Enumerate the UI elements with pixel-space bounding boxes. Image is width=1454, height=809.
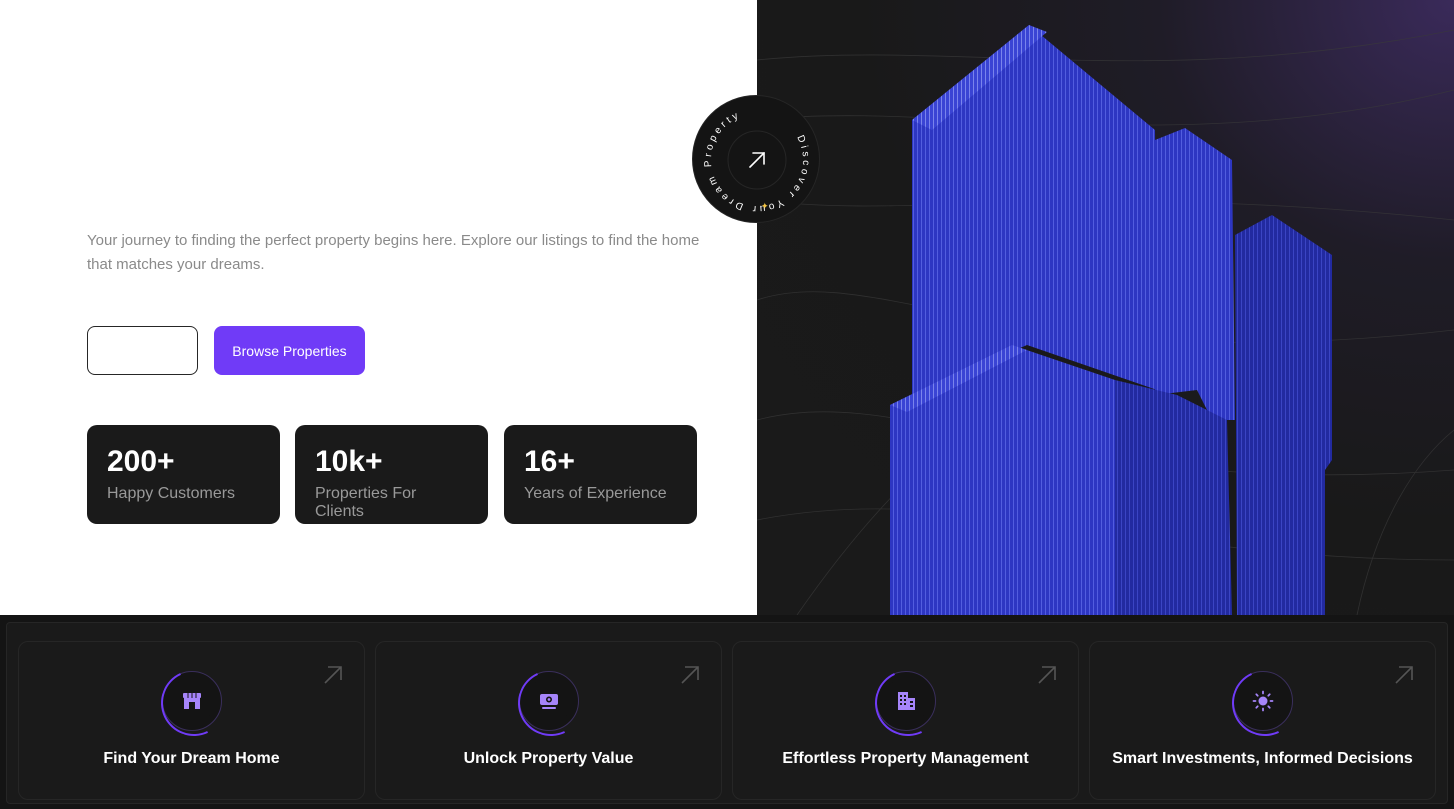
hero-left-panel: Your journey to finding the perfect prop… [0, 0, 757, 615]
cash-icon [540, 694, 558, 709]
feature-card-property-management[interactable]: Effortless Property Management [732, 641, 1079, 800]
building-illustration [890, 25, 1332, 615]
discover-badge[interactable]: Discover Your Dream Property ✦ [692, 95, 820, 223]
browse-properties-button[interactable]: Browse Properties [214, 326, 365, 375]
stat-card-properties: 10k+ Properties For Clients [295, 425, 488, 524]
features-section: Find Your Dream Home Unlock Property Val… [0, 615, 1454, 809]
hero-intro-text: Your journey to finding the perfect prop… [87, 232, 700, 273]
storefront-icon [183, 693, 201, 709]
feature-icon-ring [519, 671, 579, 731]
arrow-up-right-icon [681, 666, 699, 684]
stat-card-experience: 16+ Years of Experience [504, 425, 697, 524]
buildings-icon [898, 692, 915, 710]
sparkle-icon: ✦ [761, 201, 769, 211]
features-strip: Find Your Dream Home Unlock Property Val… [6, 622, 1448, 804]
feature-card-dream-home[interactable]: Find Your Dream Home [18, 641, 365, 800]
feature-title: Unlock Property Value [463, 750, 634, 767]
feature-title: Effortless Property Management [782, 750, 1029, 767]
hero-building-image [757, 0, 1454, 615]
feature-title: Find Your Dream Home [103, 750, 280, 767]
stat-label: Years of Experience [524, 485, 667, 502]
stat-value: 200+ [107, 445, 175, 478]
stat-value: 16+ [524, 445, 575, 478]
stat-label: Happy Customers [107, 485, 236, 502]
stat-label: Properties For Clients [315, 485, 417, 520]
badge-graphic: Discover Your Dream Property ✦ [703, 109, 808, 214]
learn-more-button[interactable] [87, 326, 198, 375]
stat-card-customers: 200+ Happy Customers [87, 425, 280, 524]
feature-icon-ring [162, 671, 222, 731]
feature-icon-ring [876, 671, 936, 731]
arrow-up-right-icon [324, 666, 342, 684]
arrow-up-right-icon [1395, 666, 1413, 684]
feature-title: Smart Investments, Informed Decisions [1112, 750, 1413, 767]
feature-icon-ring [1233, 671, 1293, 731]
sun-icon [1252, 690, 1274, 712]
feature-card-smart-investments[interactable]: Smart Investments, Informed Decisions [1089, 641, 1436, 800]
arrow-up-right-icon [1038, 666, 1056, 684]
stat-value: 10k+ [315, 445, 383, 478]
feature-card-property-value[interactable]: Unlock Property Value [375, 641, 722, 800]
